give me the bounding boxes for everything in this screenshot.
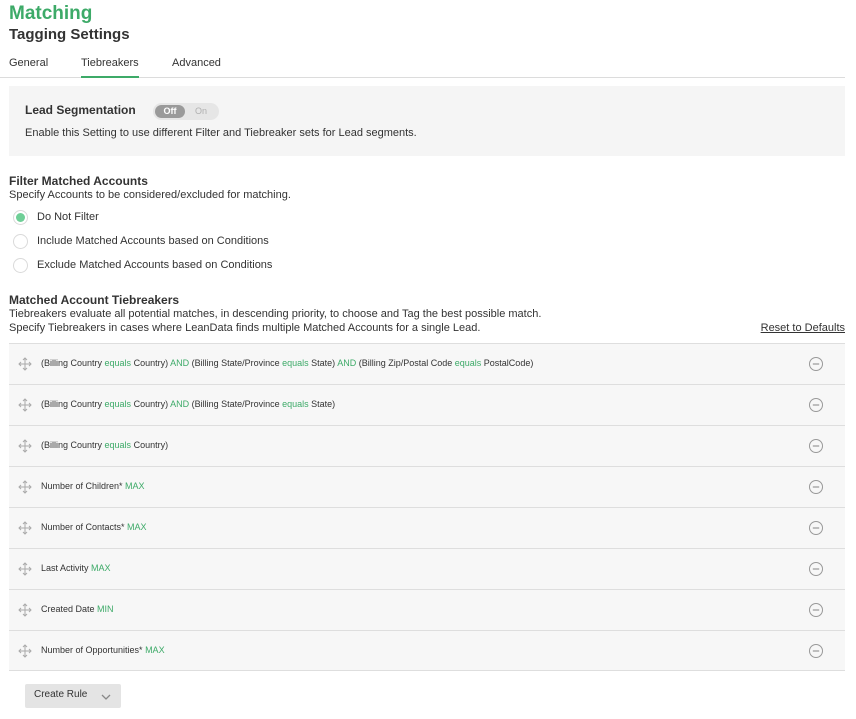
rule-operator: MAX bbox=[127, 522, 147, 532]
lead-segmentation-panel: Lead Segmentation Off On Enable this Set… bbox=[9, 86, 845, 156]
tiebreaker-rule-row[interactable]: (Billing Country equals Country) AND (Bi… bbox=[9, 384, 845, 425]
rule-term: Created Date bbox=[41, 604, 98, 614]
drag-move-icon[interactable] bbox=[17, 438, 33, 454]
rule-term: (Billing Country bbox=[41, 358, 105, 368]
minus-circle-icon[interactable] bbox=[808, 561, 824, 577]
rule-term: (Billing State/Province bbox=[189, 358, 283, 368]
toggle-off-label: Off bbox=[155, 105, 185, 118]
tiebreakers-section-title: Matched Account Tiebreakers bbox=[9, 293, 180, 307]
filter-section-description: Specify Accounts to be considered/exclud… bbox=[9, 189, 291, 201]
tab-advanced[interactable]: Advanced bbox=[172, 57, 221, 78]
tiebreaker-rule-row[interactable]: Created Date MIN bbox=[9, 589, 845, 630]
drag-move-icon[interactable] bbox=[17, 479, 33, 495]
rule-term: (Billing Zip/Postal Code bbox=[356, 358, 455, 368]
rule-condition-text: Last Activity MAX bbox=[41, 563, 111, 573]
app-title: Matching bbox=[9, 3, 93, 24]
lead-segmentation-title: Lead Segmentation bbox=[25, 103, 136, 117]
tab-bar: General Tiebreakers Advanced bbox=[0, 56, 845, 78]
rule-operator: equals bbox=[282, 358, 309, 368]
rule-term: Country) bbox=[131, 399, 171, 409]
minus-circle-icon[interactable] bbox=[808, 643, 824, 659]
lead-segmentation-description: Enable this Setting to use different Fil… bbox=[25, 127, 417, 139]
tiebreaker-rule-row[interactable]: Number of Contacts* MAX bbox=[9, 507, 845, 548]
minus-circle-icon[interactable] bbox=[808, 356, 824, 372]
tiebreakers-description-1: Tiebreakers evaluate all potential match… bbox=[9, 308, 542, 320]
rule-term: Number of Children* bbox=[41, 481, 126, 491]
filter-section-title: Filter Matched Accounts bbox=[9, 174, 148, 188]
tiebreaker-rule-row[interactable]: (Billing Country equals Country) bbox=[9, 425, 845, 466]
rule-operator: MAX bbox=[145, 645, 165, 655]
rule-condition-text: Number of Opportunities* MAX bbox=[41, 645, 165, 655]
radio-label: Include Matched Accounts based on Condit… bbox=[37, 235, 269, 247]
radio-label: Exclude Matched Accounts based on Condit… bbox=[37, 259, 273, 271]
minus-circle-icon[interactable] bbox=[808, 438, 824, 454]
rule-operator: AND bbox=[170, 399, 190, 409]
minus-circle-icon[interactable] bbox=[808, 479, 824, 495]
rule-term: State) bbox=[308, 399, 336, 409]
tiebreaker-rule-row[interactable]: Number of Children* MAX bbox=[9, 466, 845, 507]
rule-operator: equals bbox=[454, 358, 482, 368]
rule-term: Country) bbox=[131, 358, 171, 368]
tiebreaker-rule-row[interactable]: Last Activity MAX bbox=[9, 548, 845, 589]
rule-operator: AND bbox=[337, 358, 357, 368]
minus-circle-icon[interactable] bbox=[808, 520, 824, 536]
minus-circle-icon[interactable] bbox=[808, 602, 824, 618]
tiebreaker-rule-row[interactable]: Number of Opportunities* MAX bbox=[9, 630, 845, 671]
rule-term: PostalCode) bbox=[481, 358, 534, 368]
rule-condition-text: Created Date MIN bbox=[41, 604, 114, 614]
drag-move-icon[interactable] bbox=[17, 602, 33, 618]
rule-condition-text: (Billing Country equals Country) AND (Bi… bbox=[41, 358, 533, 368]
radio-button[interactable] bbox=[13, 210, 28, 225]
rule-operator: AND bbox=[170, 358, 190, 368]
drag-move-icon[interactable] bbox=[17, 397, 33, 413]
tab-general[interactable]: General bbox=[9, 57, 48, 78]
rule-condition-text: (Billing Country equals Country) AND (Bi… bbox=[41, 399, 335, 409]
rule-operator: equals bbox=[282, 399, 309, 409]
rule-term: Number of Opportunities* bbox=[41, 645, 146, 655]
minus-circle-icon[interactable] bbox=[808, 397, 824, 413]
tab-tiebreakers[interactable]: Tiebreakers bbox=[81, 57, 139, 78]
rule-operator: MAX bbox=[91, 563, 111, 573]
drag-move-icon[interactable] bbox=[17, 520, 33, 536]
rule-term: Country) bbox=[131, 440, 169, 450]
rule-term: Last Activity bbox=[41, 563, 92, 573]
rule-operator: equals bbox=[104, 399, 132, 409]
rule-term: (Billing Country bbox=[41, 399, 105, 409]
rule-term: (Billing Country bbox=[41, 440, 105, 450]
rule-condition-text: Number of Children* MAX bbox=[41, 481, 145, 491]
rule-term: Number of Contacts* bbox=[41, 522, 128, 532]
radio-label: Do Not Filter bbox=[37, 211, 99, 223]
create-rule-button[interactable]: Create Rule bbox=[25, 684, 121, 708]
radio-button[interactable] bbox=[13, 258, 28, 273]
drag-move-icon[interactable] bbox=[17, 643, 33, 659]
rule-condition-text: Number of Contacts* MAX bbox=[41, 522, 147, 532]
page-title: Tagging Settings bbox=[9, 26, 130, 43]
rule-term: (Billing State/Province bbox=[189, 399, 283, 409]
tiebreaker-rule-row[interactable]: (Billing Country equals Country) AND (Bi… bbox=[9, 343, 845, 384]
lead-segmentation-toggle[interactable]: Off On bbox=[153, 103, 219, 120]
drag-move-icon[interactable] bbox=[17, 356, 33, 372]
rule-operator: MIN bbox=[97, 604, 114, 614]
toggle-on-label: On bbox=[195, 106, 208, 116]
tiebreakers-description-2: Specify Tiebreakers in cases where LeanD… bbox=[9, 322, 481, 334]
reset-to-defaults-link[interactable]: Reset to Defaults bbox=[761, 322, 845, 334]
radio-button[interactable] bbox=[13, 234, 28, 249]
drag-move-icon[interactable] bbox=[17, 561, 33, 577]
rule-operator: equals bbox=[104, 440, 132, 450]
create-rule-label: Create Rule bbox=[34, 689, 88, 700]
chevron-down-icon bbox=[101, 694, 111, 700]
rule-condition-text: (Billing Country equals Country) bbox=[41, 440, 168, 450]
rule-operator: MAX bbox=[125, 481, 145, 491]
rule-operator: equals bbox=[104, 358, 132, 368]
rule-term: State) bbox=[308, 358, 338, 368]
tiebreaker-rules-list: (Billing Country equals Country) AND (Bi… bbox=[9, 343, 845, 671]
